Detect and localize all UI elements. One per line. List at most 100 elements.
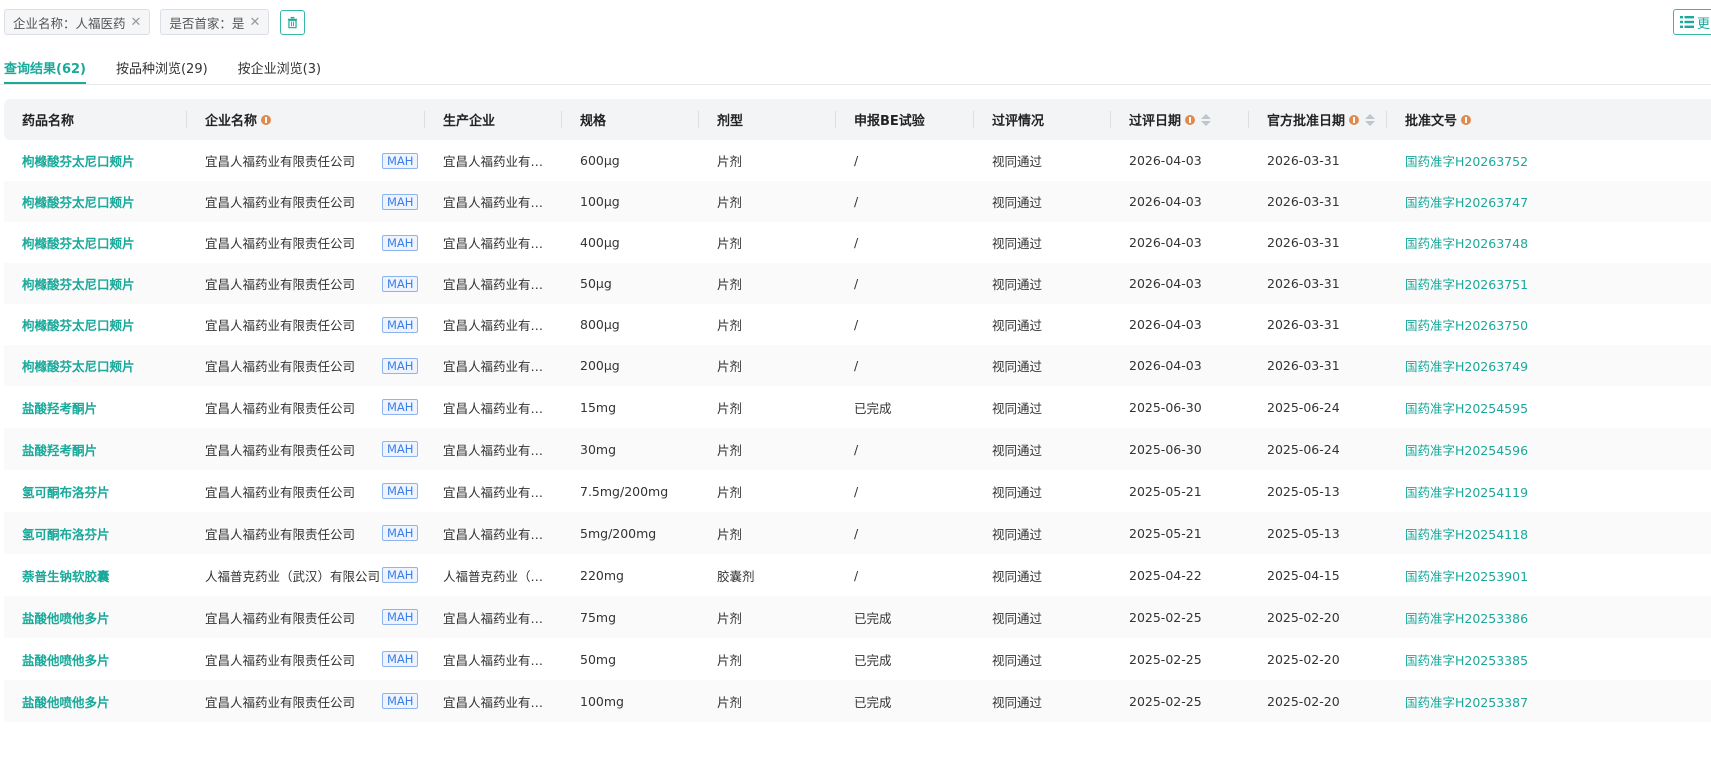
info-icon[interactable] (261, 114, 272, 125)
review-date-text: 2025-06-30 (1129, 441, 1202, 457)
close-icon[interactable]: ✕ (131, 15, 142, 30)
be-trial-status-text: 已完成 (854, 652, 892, 668)
table-body: 枸橼酸芬太尼口颊片 宜昌人福药业有限责任公司 宜昌人福药业有限… 600μg 片剂 / 视同… (4, 140, 1711, 722)
manufacturer-name-text: 宜昌人福药业有限… (443, 195, 551, 210)
table-row[interactable]: 盐酸羟考酮片 宜昌人福药业有限责任公司 宜昌人福药业有限… 30mg 片剂 / 视同通过 20… (4, 428, 1711, 470)
table-row[interactable]: 枸橼酸芬太尼口颊片 宜昌人福药业有限责任公司 宜昌人福药业有限… 800μg 片剂 / 视同… (4, 304, 1711, 345)
approval-number-link[interactable]: 国药准字H20254595 (1387, 398, 1587, 417)
dosage-form-text: 片剂 (717, 610, 743, 626)
drug-name-link[interactable]: 盐酸他喷他多片 (4, 650, 187, 669)
approval-date-text: 2026-03-31 (1267, 358, 1340, 373)
approval-number-link[interactable]: 国药准字H20263750 (1387, 315, 1587, 334)
more-button[interactable]: 更多 (1673, 9, 1711, 35)
be-trial-status-text: 已完成 (854, 400, 892, 416)
be-trial-status-text: / (854, 153, 859, 168)
drug-name-link[interactable]: 氢可酮布洛芬片 (4, 482, 187, 501)
review-date: 2026-04-03 (1111, 153, 1249, 168)
review-status: 视同通过 (974, 233, 1111, 252)
drug-name-link[interactable]: 盐酸他喷他多片 (4, 692, 187, 711)
sort-icon[interactable] (1365, 113, 1376, 126)
table-row[interactable]: 枸橼酸芬太尼口颊片 宜昌人福药业有限责任公司 宜昌人福药业有限… 50μg 片剂 / 视同通… (4, 263, 1711, 304)
table-row[interactable]: 萘普生钠软胶囊 人福普克药业（武汉）有限公司 人福普克药业（武… 220mg 胶囊剂 / 视… (4, 554, 1711, 596)
tab-by-variety[interactable]: 按品种浏览(29) (116, 50, 208, 84)
spec-value-text: 220mg (580, 567, 624, 583)
table-row[interactable]: 枸橼酸芬太尼口颊片 宜昌人福药业有限责任公司 宜昌人福药业有限… 100μg 片剂 / 视同… (4, 181, 1711, 222)
review-date: 2026-04-03 (1111, 317, 1249, 332)
approval-date: 2026-03-31 (1249, 276, 1387, 291)
approval-number-link[interactable]: 国药准字H20254596 (1387, 440, 1587, 459)
manufacturer-name-text: 宜昌人福药业有限… (443, 318, 551, 333)
dosage-form-text: 片剂 (717, 195, 743, 210)
company-name-text: 人福普克药业（武汉）有限公司 (205, 568, 381, 584)
info-icon[interactable] (1461, 114, 1472, 125)
review-date: 2025-02-25 (1111, 610, 1249, 625)
approval-number-link[interactable]: 国药准字H20263747 (1387, 192, 1587, 211)
table-row[interactable]: 盐酸羟考酮片 宜昌人福药业有限责任公司 宜昌人福药业有限… 15mg 片剂 已完成 视同通过… (4, 386, 1711, 428)
drug-name-link[interactable]: 盐酸他喷他多片 (4, 608, 187, 627)
drug-name-link[interactable]: 枸橼酸芬太尼口颊片 (4, 233, 187, 252)
approval-number-link[interactable]: 国药准字H20263752 (1387, 151, 1587, 170)
approval-number-link-text: 国药准字H20263751 (1405, 277, 1529, 292)
approval-date-text: 2025-05-13 (1267, 525, 1340, 541)
drug-name-link[interactable]: 枸橼酸芬太尼口颊片 (4, 192, 187, 211)
table-row[interactable]: 枸橼酸芬太尼口颊片 宜昌人福药业有限责任公司 宜昌人福药业有限… 200μg 片剂 / 视同… (4, 345, 1711, 386)
table-row[interactable]: 盐酸他喷他多片 宜昌人福药业有限责任公司 宜昌人福药业有限… 100mg 片剂 已完成 视同… (4, 680, 1711, 722)
result-tabs: 查询结果(62) 按品种浏览(29) 按企业浏览(3) (4, 50, 351, 84)
approval-number-link[interactable]: 国药准字H20253901 (1387, 566, 1587, 585)
review-status: 视同通过 (974, 398, 1111, 417)
manufacturer-name: 宜昌人福药业有限… (425, 482, 562, 501)
spec-value-text: 400μg (580, 235, 620, 250)
clear-filters-button[interactable] (280, 9, 306, 35)
approval-date: 2026-03-31 (1249, 358, 1387, 373)
company-name-text: 宜昌人福药业有限责任公司 (205, 694, 356, 710)
table-row[interactable]: 盐酸他喷他多片 宜昌人福药业有限责任公司 宜昌人福药业有限… 50mg 片剂 已完成 视同通… (4, 638, 1711, 680)
header-approval-date[interactable]: 官方批准日期 (1249, 99, 1387, 140)
table-row[interactable]: 盐酸他喷他多片 宜昌人福药业有限责任公司 宜昌人福药业有限… 75mg 片剂 已完成 视同通… (4, 596, 1711, 638)
review-date: 2026-04-03 (1111, 276, 1249, 291)
drug-name-link[interactable]: 萘普生钠软胶囊 (4, 566, 187, 585)
approval-number-link[interactable]: 国药准字H20263749 (1387, 356, 1587, 375)
drug-name-link[interactable]: 枸橼酸芬太尼口颊片 (4, 151, 187, 170)
approval-number-link[interactable]: 国药准字H20253386 (1387, 608, 1587, 627)
filter-bar: 企业名称：人福医药 ✕ 是否首家：是 ✕ (4, 9, 306, 35)
approval-number-link[interactable]: 国药准字H20253385 (1387, 650, 1587, 669)
dosage-form: 片剂 (699, 692, 836, 711)
drug-name-link[interactable]: 氢可酮布洛芬片 (4, 524, 187, 543)
approval-date-text: 2025-04-15 (1267, 567, 1340, 583)
dosage-form-text: 片剂 (717, 359, 743, 374)
sort-icon[interactable] (1201, 113, 1212, 126)
filter-chip-company[interactable]: 企业名称：人福医药 ✕ (4, 9, 151, 35)
review-status-text: 视同通过 (992, 318, 1043, 333)
close-icon[interactable]: ✕ (249, 15, 260, 30)
filter-chip-first[interactable]: 是否首家：是 ✕ (160, 9, 270, 35)
drug-name-link[interactable]: 枸橼酸芬太尼口颊片 (4, 274, 187, 293)
header-review-date[interactable]: 过评日期 (1111, 99, 1249, 140)
review-date: 2025-05-21 (1111, 526, 1249, 541)
approval-number-link[interactable]: 国药准字H20263751 (1387, 274, 1587, 293)
spec-value: 30mg (562, 442, 699, 457)
drug-name-link[interactable]: 枸橼酸芬太尼口颊片 (4, 315, 187, 334)
table-row[interactable]: 氢可酮布洛芬片 宜昌人福药业有限责任公司 宜昌人福药业有限… 5mg/200mg 片剂 /… (4, 512, 1711, 554)
mah-badge: MAH (382, 275, 419, 292)
approval-number-link[interactable]: 国药准字H20253387 (1387, 692, 1587, 711)
drug-name-link[interactable]: 枸橼酸芬太尼口颊片 (4, 356, 187, 375)
tab-by-company[interactable]: 按企业浏览(3) (238, 50, 321, 84)
approval-number-link[interactable]: 国药准字H20254119 (1387, 482, 1587, 501)
tab-results[interactable]: 查询结果(62) (4, 50, 86, 84)
drug-name-link[interactable]: 盐酸羟考酮片 (4, 398, 187, 417)
info-icon[interactable] (1185, 114, 1196, 125)
table-row[interactable]: 氢可酮布洛芬片 宜昌人福药业有限责任公司 宜昌人福药业有限… 7.5mg/200mg 片… (4, 470, 1711, 512)
info-icon[interactable] (1349, 114, 1360, 125)
drug-name-link[interactable]: 盐酸羟考酮片 (4, 440, 187, 459)
approval-number-link[interactable]: 国药准字H20254118 (1387, 524, 1587, 543)
header-approval-no: 批准文号 (1387, 99, 1587, 140)
review-date-text: 2025-04-22 (1129, 567, 1202, 583)
approval-date-text: 2026-03-31 (1267, 194, 1340, 209)
approval-number-link[interactable]: 国药准字H20263748 (1387, 233, 1587, 252)
be-trial-status: 已完成 (836, 650, 974, 669)
table-row[interactable]: 枸橼酸芬太尼口颊片 宜昌人福药业有限责任公司 宜昌人福药业有限… 600μg 片剂 / 视同… (4, 140, 1711, 181)
dosage-form-text: 片剂 (717, 400, 743, 416)
table-row[interactable]: 枸橼酸芬太尼口颊片 宜昌人福药业有限责任公司 宜昌人福药业有限… 400μg 片剂 / 视同… (4, 222, 1711, 263)
review-date-text: 2025-05-21 (1129, 483, 1202, 499)
mah-badge: MAH (382, 152, 419, 169)
